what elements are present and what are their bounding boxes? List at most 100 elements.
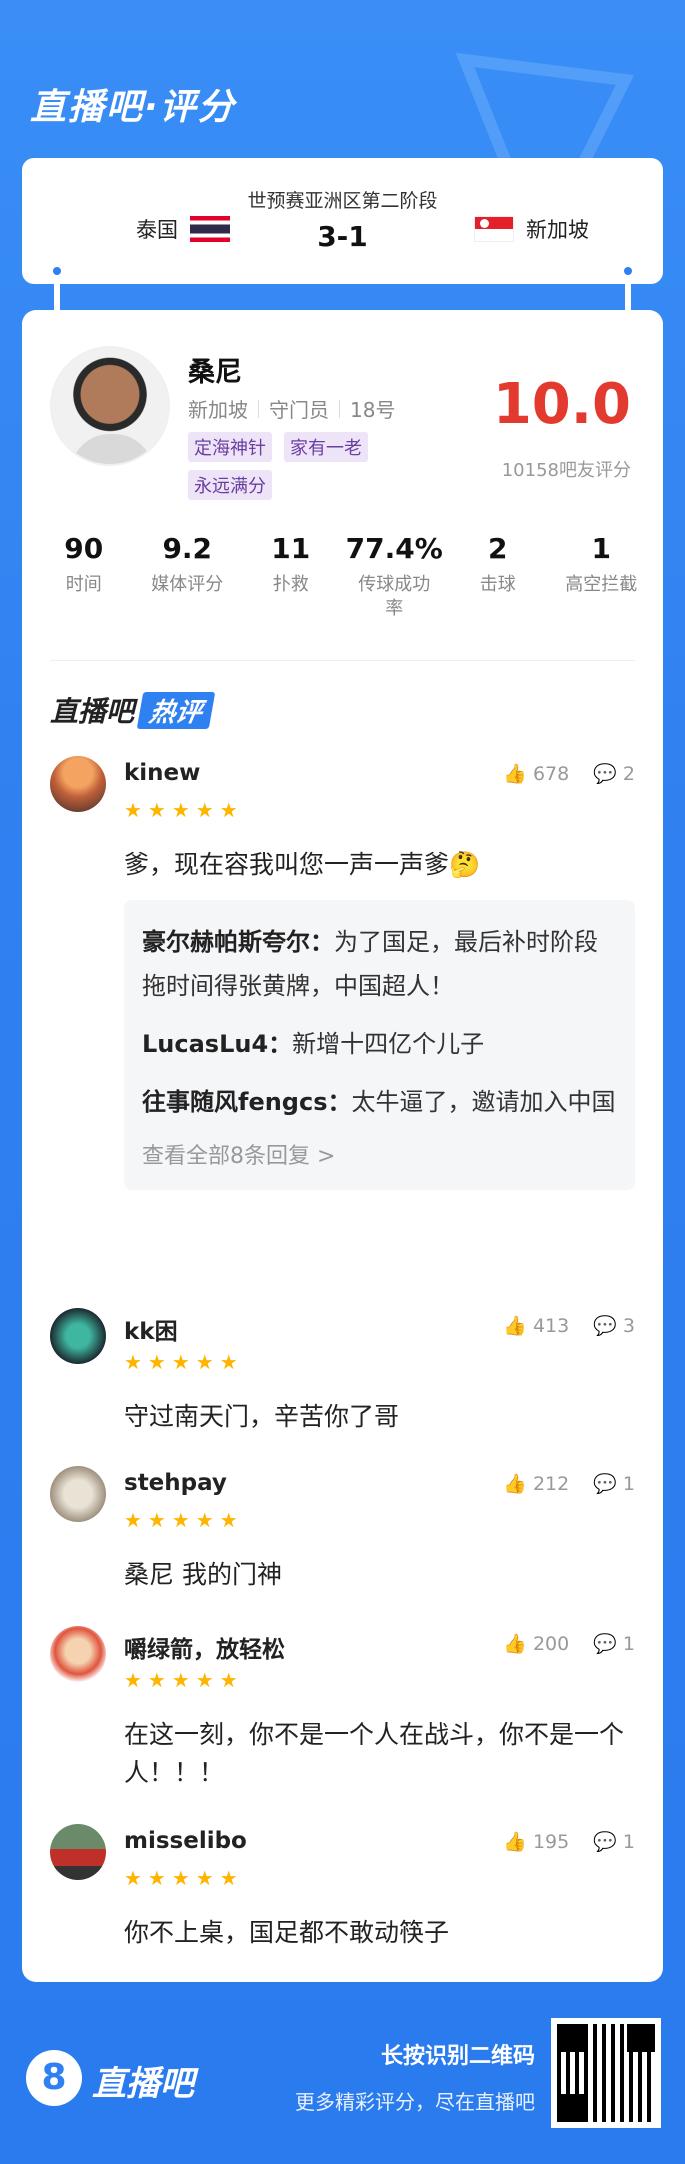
reply-username[interactable]: 往事随风fengcs： <box>142 1088 352 1116</box>
reply-text: 太牛逼了，邀请加入中国 <box>351 1088 616 1116</box>
reply-button[interactable]: 💬 3 <box>593 1314 635 1338</box>
thumb-up-icon: 👍 <box>503 763 527 785</box>
connector-dot <box>621 264 635 278</box>
like-count: 678 <box>532 762 570 785</box>
comment-stars: ★★★★★ <box>124 1350 244 1374</box>
like-button[interactable]: 👍 678 <box>503 762 570 786</box>
user-avatar[interactable] <box>50 1626 106 1682</box>
player-number: 18号 <box>350 398 396 422</box>
comment-icon: 💬 <box>593 763 617 785</box>
comment-item: kinew ★★★★★ 👍 678 💬 2 爹，现在容我叫您一声一声爹🤔 豪尔赫帕斯… <box>50 756 635 1296</box>
comment-item: kk困 ★★★★★ 👍 413 💬 3 守过南天门，辛苦你了哥 <box>50 1308 635 1431</box>
tag[interactable]: 定海神针 <box>188 432 272 462</box>
reply-count: 1 <box>622 1472 635 1495</box>
reply-button[interactable]: 💬 1 <box>593 1830 635 1854</box>
like-button[interactable]: 👍 212 <box>503 1472 570 1496</box>
player-position: 守门员 <box>269 398 329 422</box>
user-avatar[interactable] <box>50 1824 106 1880</box>
stat-label: 媒体评分 <box>151 574 224 595</box>
stat-label: 时间 <box>65 574 102 595</box>
like-count: 212 <box>532 1472 570 1495</box>
comment-icon: 💬 <box>593 1315 617 1337</box>
brand-logo-text: 直播吧 <box>92 2064 194 2104</box>
reply-username[interactable]: 豪尔赫帕斯夸尔： <box>142 928 334 956</box>
stat-item: 90 时间 <box>32 532 136 621</box>
like-button[interactable]: 👍 200 <box>503 1632 570 1656</box>
view-all-replies-link[interactable]: 查看全部8条回复 > <box>142 1138 617 1170</box>
reply-box: 豪尔赫帕斯夸尔：为了国足，最后补时阶段拖时间得张黄牌，中国超人！ LucasLu… <box>124 900 635 1190</box>
connector-dot <box>50 264 64 278</box>
stat-item: 9.2 媒体评分 <box>136 532 240 621</box>
player-tags: 定海神针 家有一老 永远满分 <box>188 432 428 500</box>
hot-brand: 直播吧 <box>50 695 135 728</box>
comment-actions: 👍 413 💬 3 <box>503 1314 635 1338</box>
match-bar: 泰国 世预赛亚洲区第二阶段 3-1 新加坡 <box>22 158 663 284</box>
comment-actions: 👍 195 💬 1 <box>503 1830 635 1854</box>
comment-icon: 💬 <box>593 1831 617 1853</box>
comment-stars: ★★★★★ <box>124 798 244 822</box>
stat-value: 77.4% <box>345 532 443 565</box>
reply-count: 1 <box>622 1632 635 1655</box>
comment-username[interactable]: kk困 <box>124 1312 178 1346</box>
comment-text: 爹，现在容我叫您一声一声爹🤔 <box>124 850 481 879</box>
like-count: 200 <box>532 1632 570 1655</box>
hot-label: 热评 <box>136 691 216 729</box>
away-team: 新加坡 <box>474 214 589 244</box>
reply-button[interactable]: 💬 2 <box>593 762 635 786</box>
player-avatar[interactable] <box>50 346 170 466</box>
comment-username[interactable]: misselibo <box>124 1828 247 1854</box>
thumb-up-icon: 👍 <box>503 1633 527 1655</box>
tag[interactable]: 家有一老 <box>284 432 368 462</box>
player-stats: 90 时间 9.2 媒体评分 11 扑救 77.4% 传球成功率 2 击球 1 高空拦截 <box>32 532 653 621</box>
qr-code[interactable] <box>551 2018 661 2128</box>
comment-username[interactable]: kinew <box>124 760 200 786</box>
reply-count: 2 <box>622 762 635 785</box>
like-button[interactable]: 👍 195 <box>503 1830 569 1854</box>
reply-text: 新增十四亿个儿子 <box>292 1030 485 1058</box>
user-avatar[interactable] <box>50 1308 106 1364</box>
stat-item: 1 高空拦截 <box>550 532 654 621</box>
thumb-up-icon: 👍 <box>503 1473 527 1495</box>
stat-value: 2 <box>488 532 508 565</box>
user-avatar[interactable] <box>50 1466 106 1522</box>
comment-text: 在这一刻，你不是一个人在战斗，你不是一个人！！！ <box>124 1720 625 1787</box>
comment-username[interactable]: 嚼绿箭，放轻松 <box>124 1630 285 1664</box>
reply-button[interactable]: 💬 1 <box>593 1632 635 1656</box>
away-team-name: 新加坡 <box>526 218 589 242</box>
like-button[interactable]: 👍 413 <box>503 1314 570 1338</box>
stat-label: 高空拦截 <box>565 574 638 595</box>
comment-actions: 👍 212 💬 1 <box>503 1472 635 1496</box>
page-title: 直播吧·评分 <box>30 87 236 128</box>
hot-comments-heading: 直播吧 热评 <box>50 690 216 730</box>
thumb-up-icon: 👍 <box>503 1315 527 1337</box>
stat-label: 传球成功率 <box>358 574 431 619</box>
match-stage: 世预赛亚洲区第二阶段 <box>247 190 438 212</box>
reply-item: 往事随风fengcs：太牛逼了，邀请加入中国 <box>142 1080 617 1124</box>
comment-actions: 👍 678 💬 2 <box>503 762 635 786</box>
player-meta: 新加坡 守门员 18号 <box>188 394 395 423</box>
reply-item: 豪尔赫帕斯夸尔：为了国足，最后补时阶段拖时间得张黄牌，中国超人！ <box>142 920 617 1008</box>
stat-item: 11 扑救 <box>239 532 343 621</box>
stat-label: 扑救 <box>272 574 309 595</box>
comment-icon: 💬 <box>593 1633 617 1655</box>
comment-item: misselibo ★★★★★ 👍 195 💬 1 你不上桌，国足都不敢动筷子 <box>50 1824 635 1947</box>
comment-item: stehpay ★★★★★ 👍 212 💬 1 桑尼 我的门神 <box>50 1466 635 1589</box>
player-name: 桑尼 <box>188 357 242 388</box>
comment-actions: 👍 200 💬 1 <box>503 1632 635 1656</box>
comment-text: 守过南天门，辛苦你了哥 <box>124 1402 400 1431</box>
zhibo8-logo-icon: 8 <box>26 2050 82 2106</box>
comment-icon: 💬 <box>593 1473 617 1495</box>
comment-stars: ★★★★★ <box>124 1866 244 1890</box>
reply-button[interactable]: 💬 1 <box>593 1472 635 1496</box>
rating-votes: 10158吧友评分 <box>501 460 631 481</box>
comment-username[interactable]: stehpay <box>124 1470 227 1496</box>
tag[interactable]: 永远满分 <box>188 470 272 500</box>
thumb-up-icon: 👍 <box>503 1831 527 1853</box>
user-avatar[interactable] <box>50 756 106 812</box>
comment-stars: ★★★★★ <box>124 1508 244 1532</box>
player-rating: 10.0 <box>492 372 631 437</box>
player-team: 新加坡 <box>188 398 248 422</box>
divider <box>50 660 635 661</box>
reply-username[interactable]: LucasLu4： <box>142 1030 292 1058</box>
like-count: 413 <box>532 1314 570 1337</box>
